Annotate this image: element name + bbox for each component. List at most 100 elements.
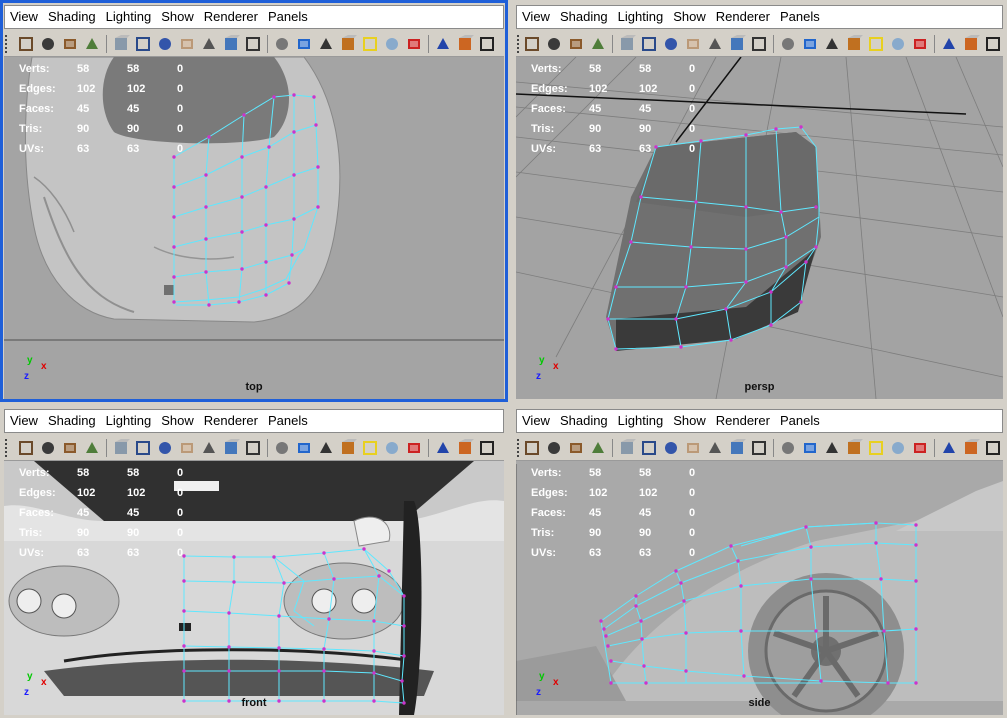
resolution-gate-icon[interactable] [661, 438, 681, 458]
camera-attributes-icon[interactable] [38, 34, 58, 54]
toolbar-grip[interactable] [5, 34, 13, 53]
menu-view[interactable]: View [517, 410, 555, 432]
menu-shading[interactable]: Shading [555, 410, 613, 432]
xray-icon[interactable] [910, 34, 930, 54]
isolate-select-icon[interactable] [433, 438, 453, 458]
smooth-shade-icon[interactable] [800, 438, 820, 458]
shadows-icon[interactable] [382, 438, 402, 458]
film-gate-icon[interactable] [133, 438, 153, 458]
safe-action-icon[interactable] [727, 438, 747, 458]
resolution-gate-icon[interactable] [155, 34, 175, 54]
wireframe-icon[interactable] [778, 438, 798, 458]
image-plane-icon[interactable] [82, 438, 102, 458]
gate-mask-icon[interactable] [177, 438, 197, 458]
texture-icon[interactable] [338, 34, 358, 54]
texture-icon[interactable] [844, 438, 864, 458]
wireframe-icon[interactable] [272, 34, 292, 54]
shadows-icon[interactable] [382, 34, 402, 54]
panel-side[interactable]: View Shading Lighting Show Renderer Pane… [512, 404, 1007, 718]
frame-all-icon[interactable] [477, 34, 497, 54]
film-gate-icon[interactable] [133, 34, 153, 54]
menu-panels[interactable]: Panels [775, 6, 825, 28]
field-chart-icon[interactable] [705, 34, 725, 54]
grid-icon[interactable] [617, 34, 637, 54]
texture-icon[interactable] [338, 438, 358, 458]
safe-title-icon[interactable] [749, 438, 769, 458]
xray-icon[interactable] [404, 438, 424, 458]
menu-panels[interactable]: Panels [263, 6, 313, 28]
frame-all-icon[interactable] [477, 438, 497, 458]
field-chart-icon[interactable] [705, 438, 725, 458]
image-plane-icon[interactable] [82, 34, 102, 54]
flat-shade-icon[interactable] [316, 34, 336, 54]
frame-selection-icon[interactable] [455, 438, 475, 458]
panel-front[interactable]: View Shading Lighting Show Renderer Pane… [0, 404, 508, 718]
field-chart-icon[interactable] [199, 438, 219, 458]
field-chart-icon[interactable] [199, 34, 219, 54]
menu-lighting[interactable]: Lighting [101, 6, 157, 28]
xray-icon[interactable] [910, 438, 930, 458]
viewport-top[interactable]: Verts: 58 58 0 Edges: 102 102 0 Faces: 45 45 0 Tris:… [4, 57, 504, 399]
toolbar-grip[interactable] [517, 438, 519, 457]
isolate-select-icon[interactable] [433, 34, 453, 54]
texture-icon[interactable] [844, 34, 864, 54]
use-lights-icon[interactable] [866, 438, 886, 458]
smooth-shade-icon[interactable] [294, 34, 314, 54]
bookmarks-icon[interactable] [60, 34, 80, 54]
select-camera-icon[interactable] [16, 438, 36, 458]
menu-renderer[interactable]: Renderer [711, 410, 775, 432]
bookmarks-icon[interactable] [60, 438, 80, 458]
panel-top[interactable]: View Shading Lighting Show Renderer Pane… [0, 0, 508, 402]
safe-title-icon[interactable] [749, 34, 769, 54]
use-lights-icon[interactable] [866, 34, 886, 54]
safe-action-icon[interactable] [221, 34, 241, 54]
frame-selection-icon[interactable] [455, 34, 475, 54]
bookmarks-icon[interactable] [566, 438, 586, 458]
shadows-icon[interactable] [888, 438, 908, 458]
gate-mask-icon[interactable] [683, 438, 703, 458]
xray-icon[interactable] [404, 34, 424, 54]
menu-view[interactable]: View [5, 6, 43, 28]
viewport-side[interactable]: Verts: 58 58 0 Edges: 102 102 0 Faces: 45 45 0 Tris:… [516, 461, 1003, 715]
frame-all-icon[interactable] [983, 34, 1003, 54]
camera-attributes-icon[interactable] [544, 438, 564, 458]
menu-shading[interactable]: Shading [43, 410, 101, 432]
film-gate-icon[interactable] [639, 34, 659, 54]
use-lights-icon[interactable] [360, 34, 380, 54]
safe-title-icon[interactable] [243, 438, 263, 458]
camera-attributes-icon[interactable] [544, 34, 564, 54]
gate-mask-icon[interactable] [177, 34, 197, 54]
menu-show[interactable]: Show [668, 410, 711, 432]
flat-shade-icon[interactable] [316, 438, 336, 458]
safe-action-icon[interactable] [727, 34, 747, 54]
toolbar-grip[interactable] [5, 438, 13, 457]
menu-panels[interactable]: Panels [263, 410, 313, 432]
camera-attributes-icon[interactable] [38, 438, 58, 458]
flat-shade-icon[interactable] [822, 34, 842, 54]
use-lights-icon[interactable] [360, 438, 380, 458]
select-camera-icon[interactable] [16, 34, 36, 54]
gate-mask-icon[interactable] [683, 34, 703, 54]
safe-title-icon[interactable] [243, 34, 263, 54]
menu-view[interactable]: View [5, 410, 43, 432]
bookmarks-icon[interactable] [566, 34, 586, 54]
panel-persp[interactable]: View Shading Lighting Show Renderer Pane… [512, 0, 1007, 402]
isolate-select-icon[interactable] [939, 438, 959, 458]
menu-lighting[interactable]: Lighting [101, 410, 157, 432]
wireframe-icon[interactable] [778, 34, 798, 54]
smooth-shade-icon[interactable] [294, 438, 314, 458]
resolution-gate-icon[interactable] [155, 438, 175, 458]
grid-icon[interactable] [111, 438, 131, 458]
menu-view[interactable]: View [517, 6, 555, 28]
isolate-select-icon[interactable] [939, 34, 959, 54]
select-camera-icon[interactable] [522, 438, 542, 458]
safe-action-icon[interactable] [221, 438, 241, 458]
image-plane-icon[interactable] [588, 438, 608, 458]
menu-renderer[interactable]: Renderer [199, 6, 263, 28]
menu-lighting[interactable]: Lighting [613, 6, 669, 28]
menu-panels[interactable]: Panels [775, 410, 825, 432]
menu-shading[interactable]: Shading [43, 6, 101, 28]
select-camera-icon[interactable] [522, 34, 542, 54]
menu-renderer[interactable]: Renderer [199, 410, 263, 432]
smooth-shade-icon[interactable] [800, 34, 820, 54]
